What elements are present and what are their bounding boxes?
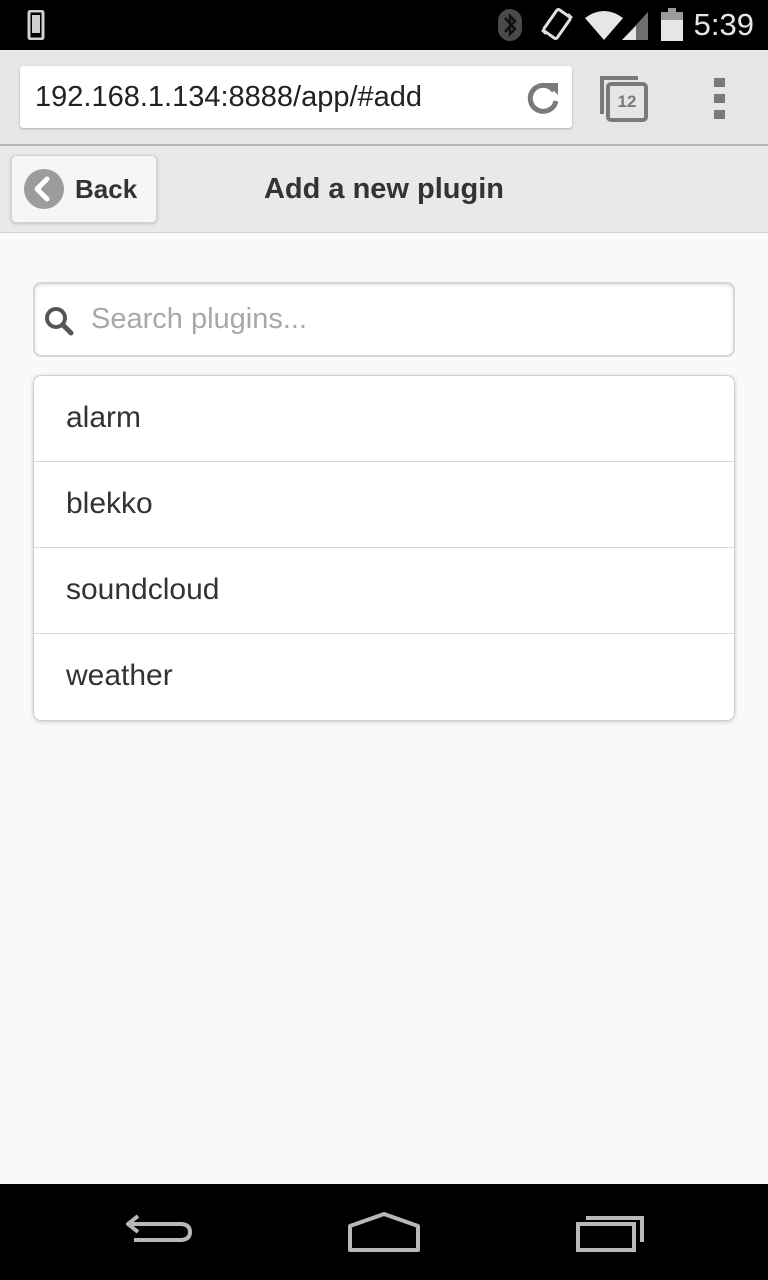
bluetooth-icon <box>498 9 522 41</box>
plugin-item-soundcloud[interactable]: soundcloud <box>34 548 734 634</box>
recents-nav-icon[interactable] <box>572 1210 648 1254</box>
plugin-item-alarm[interactable]: alarm <box>34 376 734 462</box>
plugin-item-blekko[interactable]: blekko <box>34 462 734 548</box>
url-text[interactable]: 192.168.1.134:8888/app/#add <box>35 66 422 128</box>
back-nav-icon[interactable] <box>120 1210 196 1250</box>
tabs-icon[interactable]: 12 <box>598 74 650 124</box>
vibrate-icon <box>541 8 573 40</box>
status-bar: 5:39 <box>0 0 768 50</box>
tab-count: 12 <box>617 92 637 111</box>
signal-icon <box>622 12 648 40</box>
system-nav-bar <box>0 1184 768 1280</box>
search-input[interactable] <box>91 284 711 355</box>
plugin-list: alarm blekko soundcloud weather <box>33 375 735 721</box>
browser-toolbar: 192.168.1.134:8888/app/#add 12 <box>0 50 768 146</box>
reload-icon[interactable] <box>524 79 562 117</box>
back-button-label: Back <box>75 174 138 204</box>
wifi-icon <box>585 11 623 40</box>
phone-icon <box>27 10 45 40</box>
back-arrow-icon <box>24 169 64 209</box>
search-box[interactable] <box>33 282 735 357</box>
url-bar[interactable]: 192.168.1.134:8888/app/#add <box>20 66 572 128</box>
back-button[interactable]: Back <box>11 155 157 223</box>
home-nav-icon[interactable] <box>344 1210 424 1254</box>
search-icon <box>45 307 74 336</box>
battery-icon <box>661 8 683 41</box>
app-header: Add a new plugin Back <box>0 146 768 233</box>
clock: 5:39 <box>693 7 754 42</box>
plugin-item-weather[interactable]: weather <box>34 634 734 720</box>
overflow-menu-icon[interactable] <box>712 78 728 120</box>
